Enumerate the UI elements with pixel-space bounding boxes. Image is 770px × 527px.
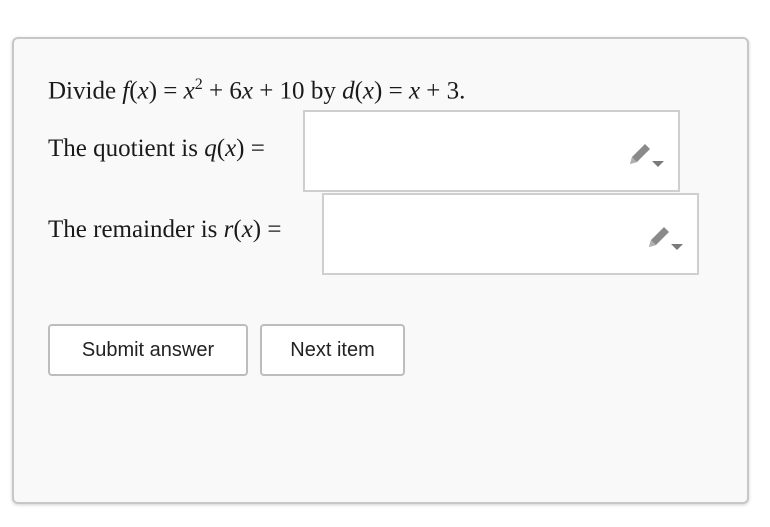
quotient-close: ) (236, 135, 245, 162)
problem-exponent: 2 (194, 76, 203, 93)
next-item-button[interactable]: Next item (260, 324, 405, 376)
remainder-edit-control[interactable] (645, 223, 685, 253)
problem-d-open: ( (354, 77, 363, 105)
problem-x-base: x (183, 77, 195, 105)
remainder-var: x (241, 216, 253, 243)
caret-down-icon (652, 161, 664, 167)
problem-d-var: x (362, 77, 374, 105)
problem-d-tail: + 3. (420, 77, 466, 105)
remainder-eq: = (261, 216, 282, 243)
problem-eq2: = (382, 77, 409, 105)
caret-down-icon (671, 244, 683, 250)
quotient-eq: = (244, 135, 265, 162)
submit-answer-button[interactable]: Submit answer (48, 324, 248, 376)
problem-d-name: d (342, 77, 355, 105)
remainder-label-text: The remainder is (48, 216, 224, 243)
remainder-fn: r (223, 216, 234, 243)
problem-f-close: ) (148, 77, 158, 105)
problem-f-open: ( (129, 77, 138, 105)
problem-divide-word: Divide (48, 77, 117, 105)
problem-d-x: x (408, 77, 421, 105)
quotient-label: The quotient is q(x) = (48, 135, 265, 163)
problem-plus-1: + 6 (202, 77, 242, 105)
remainder-answer-input[interactable] (322, 193, 699, 275)
quotient-fn: q (204, 135, 217, 162)
pencil-icon (630, 144, 650, 164)
quotient-open: ( (216, 135, 226, 162)
problem-eq1: = (157, 77, 184, 105)
quotient-var: x (225, 135, 237, 162)
remainder-open: ( (233, 216, 242, 243)
quotient-label-text: The quotient is (48, 135, 205, 162)
question-card: Divide f(x) = x2 + 6x + 10 by d(x) = x +… (12, 37, 749, 504)
remainder-close: ) (252, 216, 262, 243)
remainder-label: The remainder is r(x) = (48, 216, 281, 244)
quotient-edit-control[interactable] (626, 140, 666, 170)
problem-plus-2: + 10 (252, 77, 311, 105)
quotient-answer-input[interactable] (303, 110, 680, 192)
pencil-icon (649, 227, 669, 247)
problem-x-term: x (241, 77, 253, 105)
problem-by-word: by (310, 77, 343, 105)
problem-f-var: x (137, 77, 149, 105)
problem-statement: Divide f(x) = x2 + 6x + 10 by d(x) = x +… (48, 76, 465, 105)
